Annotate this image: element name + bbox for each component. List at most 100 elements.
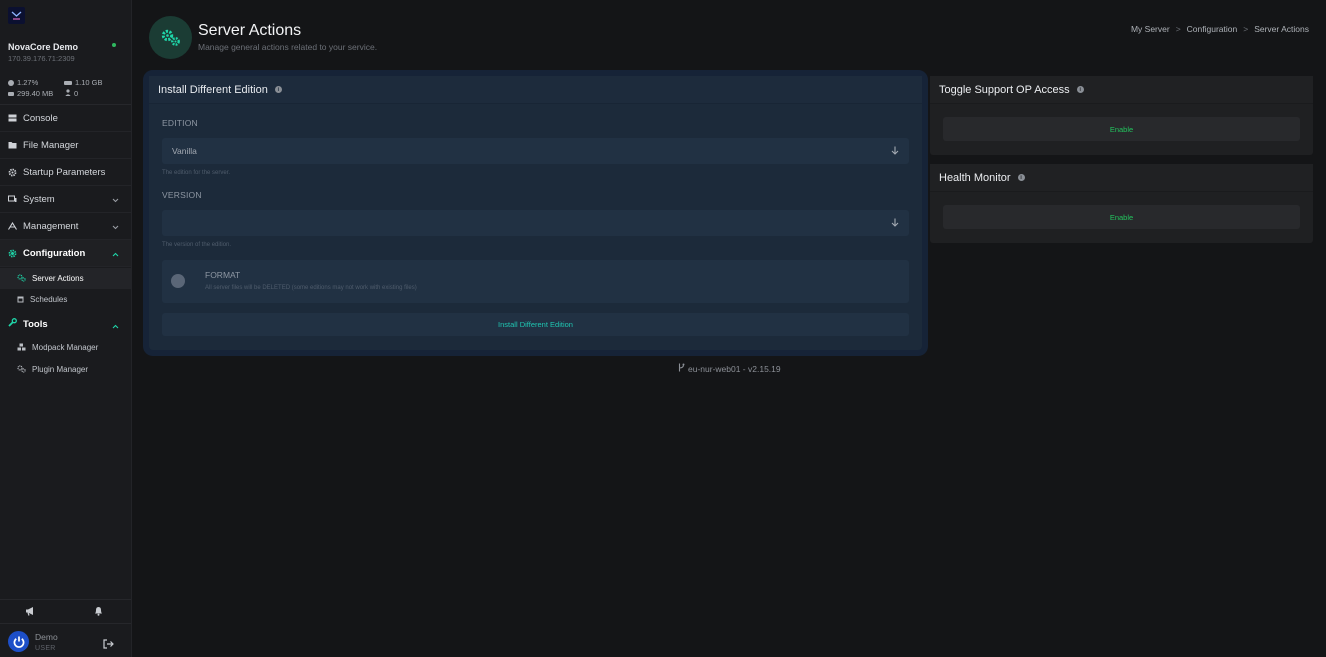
sidebar-item-label: Management <box>23 220 79 232</box>
sidebar-item-modpack-manager[interactable]: Modpack Manager <box>0 337 131 358</box>
sidebar-item-file-manager[interactable]: File Manager <box>0 132 131 159</box>
version-label: VERSION <box>162 190 202 200</box>
disk-stat: 299.40 MB <box>8 89 53 98</box>
version-help-text: The version of the edition. <box>162 242 232 248</box>
breadcrumb-item-current: Server Actions <box>1254 24 1309 34</box>
gear-icon <box>8 168 17 177</box>
app-version: eu-nur-web01 - v2.15.19 <box>678 363 781 374</box>
arrow-down-icon <box>891 146 899 157</box>
sidebar-item-server-actions[interactable]: Server Actions <box>0 268 131 289</box>
logout-icon[interactable] <box>103 636 114 654</box>
sidebar-divider <box>0 623 131 624</box>
breadcrumb-separator: > <box>1175 24 1181 34</box>
disk-value: 299.40 MB <box>17 89 54 98</box>
avatar[interactable] <box>8 631 29 652</box>
gear-icon <box>8 249 17 258</box>
memory-icon <box>64 80 72 85</box>
breadcrumb-item[interactable]: My Server <box>1131 24 1170 34</box>
card-header: Health Monitor i <box>930 164 1313 192</box>
chevron-down-icon[interactable] <box>112 222 119 233</box>
card-header: Install Different Edition i <box>149 76 922 104</box>
sidebar-item-tools[interactable]: Tools <box>0 312 131 336</box>
sidebar-item-label: Tools <box>23 318 48 330</box>
wrench-icon <box>8 318 17 330</box>
install-edition-button[interactable]: Install Different Edition <box>162 313 909 336</box>
card-title: Install Different Edition <box>158 83 268 96</box>
git-branch-icon <box>678 363 685 374</box>
server-status-indicator <box>112 43 116 47</box>
announcements-icon[interactable] <box>24 605 36 617</box>
memory-value: 1.10 GB <box>75 78 103 87</box>
enable-health-monitor-button[interactable]: Enable <box>943 205 1300 229</box>
edition-label: EDITION <box>162 118 198 128</box>
sidebar-item-label: Configuration <box>23 247 86 259</box>
page-subtitle: Manage general actions related to your s… <box>198 42 378 52</box>
memory-stat: 1.10 GB <box>64 78 103 87</box>
info-icon[interactable]: i <box>274 86 282 93</box>
server-name[interactable]: NovaCore Demo <box>8 42 78 52</box>
cpu-value: 1.27% <box>17 78 39 87</box>
user-icon <box>65 89 71 98</box>
breadcrumb: My Server > Configuration > Server Actio… <box>1131 24 1309 34</box>
sidebar: NovaCore Demo 170.39.176.71:2309 1.27% 1… <box>0 0 132 657</box>
sidebar-item-plugin-manager[interactable]: Plugin Manager <box>0 359 131 380</box>
bell-icon[interactable] <box>92 605 104 617</box>
console-icon <box>8 114 17 123</box>
cpu-stat: 1.27% <box>8 78 38 87</box>
info-icon[interactable]: i <box>1076 86 1084 93</box>
format-description: All server files will be DELETED (some e… <box>205 285 417 291</box>
sidebar-item-system[interactable]: System <box>0 186 131 213</box>
sidebar-item-console[interactable]: Console <box>0 105 131 132</box>
sidebar-item-schedules[interactable]: Schedules <box>0 289 131 310</box>
disk-icon <box>8 91 14 96</box>
edition-select[interactable]: Vanilla <box>162 138 909 164</box>
folder-icon <box>8 141 17 150</box>
app-version-text: eu-nur-web01 - v2.15.19 <box>688 363 781 374</box>
plugin-icon <box>17 364 26 375</box>
sidebar-divider <box>0 599 131 600</box>
page-title: Server Actions <box>198 22 302 39</box>
sidebar-item-configuration[interactable]: Configuration <box>0 240 131 267</box>
format-title: FORMAT <box>205 270 241 280</box>
info-icon[interactable]: i <box>1017 174 1025 181</box>
card-title: Health Monitor <box>939 171 1011 184</box>
install-edition-card: Install Different Edition i EDITION Vani… <box>149 76 922 350</box>
server-ip[interactable]: 170.39.176.71:2309 <box>8 54 75 63</box>
sidebar-item-label: Schedules <box>30 295 68 304</box>
sidebar-item-label: Plugin Manager <box>32 365 89 374</box>
card-header: Toggle Support OP Access i <box>930 76 1313 104</box>
support-op-card: Toggle Support OP Access i Enable <box>930 76 1313 155</box>
chevron-down-icon[interactable] <box>112 195 119 206</box>
breadcrumb-item[interactable]: Configuration <box>1187 24 1238 34</box>
sidebar-item-label: Server Actions <box>32 274 84 283</box>
edition-select-value: Vanilla <box>172 146 197 156</box>
calendar-icon <box>17 295 24 305</box>
format-toggle[interactable] <box>171 274 185 288</box>
enable-support-op-button[interactable]: Enable <box>943 117 1300 141</box>
cpu-icon <box>8 79 14 86</box>
user-name: Demo <box>35 632 58 642</box>
cubes-icon <box>17 343 26 353</box>
format-option: FORMAT All server files will be DELETED … <box>162 260 909 303</box>
sidebar-item-label: File Manager <box>23 139 79 151</box>
players-stat: 0 <box>65 89 78 98</box>
arrow-down-icon <box>891 218 899 229</box>
sidebar-item-management[interactable]: Management <box>0 213 131 240</box>
gears-icon <box>149 16 192 59</box>
edition-help-text: The edition for the server. <box>162 170 231 176</box>
sidebar-item-label: Console <box>23 112 58 124</box>
chevron-up-icon[interactable] <box>112 321 119 332</box>
breadcrumb-separator: > <box>1243 24 1249 34</box>
card-title: Toggle Support OP Access <box>939 83 1070 96</box>
sidebar-item-label: System <box>23 193 55 205</box>
user-role: USER <box>35 645 56 652</box>
sidebar-item-startup-parameters[interactable]: Startup Parameters <box>0 159 131 186</box>
system-icon <box>8 195 17 204</box>
app-logo-icon[interactable] <box>8 7 25 24</box>
version-select[interactable] <box>162 210 909 236</box>
sidebar-item-label: Startup Parameters <box>23 166 106 178</box>
chevron-up-icon[interactable] <box>112 249 119 260</box>
players-value: 0 <box>74 89 79 98</box>
management-icon <box>8 222 17 231</box>
sidebar-item-label: Modpack Manager <box>32 343 99 352</box>
